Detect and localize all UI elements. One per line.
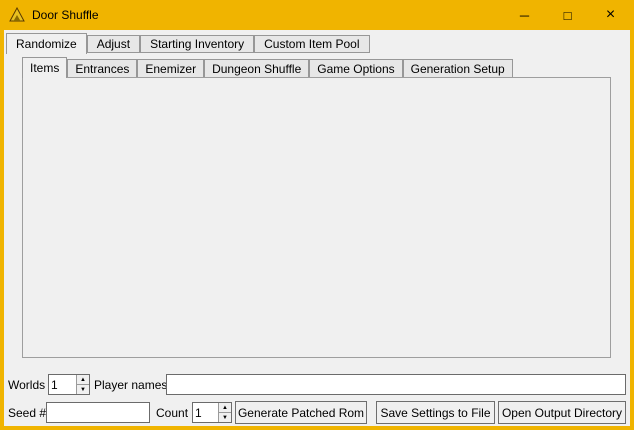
seed-input[interactable]: [46, 402, 150, 423]
tab-adjust[interactable]: Adjust: [87, 35, 140, 53]
titlebar[interactable]: Door Shuffle ─ □ ×: [0, 0, 634, 30]
tab-enemizer[interactable]: Enemizer: [137, 59, 204, 77]
player-names-input[interactable]: [166, 374, 626, 395]
tab-dungeon-shuffle[interactable]: Dungeon Shuffle: [204, 59, 309, 77]
maximize-button[interactable]: □: [546, 0, 589, 30]
app-icon: [9, 7, 25, 23]
maximize-icon: □: [564, 8, 572, 23]
tab-starting-inventory[interactable]: Starting Inventory: [140, 35, 254, 53]
close-button[interactable]: ×: [589, 0, 632, 30]
worlds-input[interactable]: [49, 375, 76, 394]
inner-tab-bar: Items Entrances Enemizer Dungeon Shuffle…: [22, 57, 513, 77]
save-settings-button[interactable]: Save Settings to File: [376, 401, 495, 424]
window-controls: ─ □ ×: [503, 0, 632, 30]
minimize-button[interactable]: ─: [503, 0, 546, 30]
tab-game-options[interactable]: Game Options: [309, 59, 402, 77]
player-names-label: Player names: [94, 374, 167, 395]
tab-items[interactable]: Items: [22, 57, 67, 78]
generate-patched-rom-button[interactable]: Generate Patched Rom: [235, 401, 367, 424]
spin-up-icon[interactable]: ▲: [76, 375, 89, 384]
tab-entrances[interactable]: Entrances: [67, 59, 137, 77]
spin-down-icon[interactable]: ▼: [218, 412, 231, 422]
count-input[interactable]: [193, 403, 218, 422]
count-spinner: ▲ ▼: [192, 402, 232, 423]
client-area: Randomize Adjust Starting Inventory Cust…: [4, 30, 630, 426]
close-icon: ×: [606, 6, 615, 24]
tab-generation-setup[interactable]: Generation Setup: [403, 59, 513, 77]
worlds-label: Worlds: [8, 374, 45, 395]
window-title: Door Shuffle: [32, 8, 99, 22]
open-output-directory-button[interactable]: Open Output Directory: [498, 401, 626, 424]
minimize-icon: ─: [520, 8, 529, 23]
tab-randomize[interactable]: Randomize: [6, 33, 87, 54]
seed-label: Seed #: [8, 402, 46, 423]
spin-up-icon[interactable]: ▲: [218, 403, 231, 412]
app-window: Door Shuffle ─ □ × Randomize Adjust Star…: [0, 0, 634, 430]
worlds-spinner: ▲ ▼: [48, 374, 90, 395]
items-tab-pane: [22, 77, 611, 358]
outer-tab-bar: Randomize Adjust Starting Inventory Cust…: [6, 32, 370, 53]
spin-down-icon[interactable]: ▼: [76, 384, 89, 394]
count-label: Count: [156, 402, 188, 423]
tab-custom-item-pool[interactable]: Custom Item Pool: [254, 35, 369, 53]
